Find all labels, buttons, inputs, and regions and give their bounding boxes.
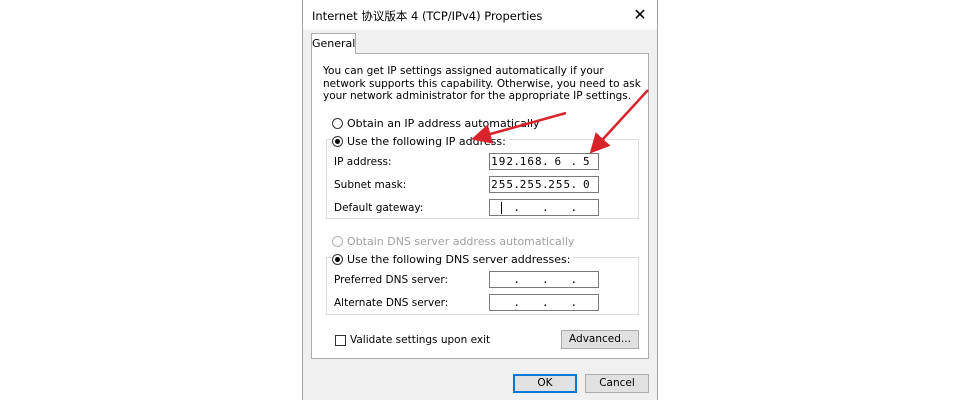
validate-checkbox[interactable]: [335, 335, 346, 346]
mask-octet: 0: [583, 178, 591, 191]
use-following-dns-label: Use the following DNS server addresses:: [347, 253, 571, 266]
ok-button[interactable]: OK: [513, 374, 577, 393]
mask-octet: 255: [491, 178, 515, 191]
ip-octet: 6: [554, 155, 563, 168]
default-gateway-input[interactable]: . . .: [489, 199, 599, 216]
obtain-dns-auto-radio[interactable]: [332, 236, 343, 247]
obtain-ip-auto-label: Obtain an IP address automatically: [347, 117, 540, 130]
ip-octet: 5: [583, 155, 591, 168]
text-caret: [500, 202, 502, 214]
obtain-ip-auto-option[interactable]: Obtain an IP address automatically: [332, 117, 540, 130]
obtain-dns-auto-label: Obtain DNS server address automatically: [347, 235, 575, 248]
tab-general[interactable]: General: [311, 33, 356, 54]
dialog-body: General You can get IP settings assigned…: [303, 30, 657, 400]
ip-address-input[interactable]: 192. 168. 6. 5: [489, 153, 599, 170]
ip-address-label: IP address:: [334, 156, 392, 168]
preferred-dns-input[interactable]: . . .: [489, 271, 599, 288]
alternate-dns-input[interactable]: . . .: [489, 294, 599, 311]
advanced-button[interactable]: Advanced...: [561, 330, 639, 349]
close-icon[interactable]: ✕: [629, 5, 651, 25]
alternate-dns-label: Alternate DNS server:: [334, 297, 449, 309]
use-following-ip-radio[interactable]: [332, 136, 343, 147]
gateway-octet: [491, 201, 511, 214]
ip-octet: 192: [491, 155, 515, 168]
use-following-ip-option[interactable]: Use the following IP address:: [332, 135, 509, 148]
mask-octet: 255: [519, 178, 543, 191]
use-following-dns-radio[interactable]: [332, 254, 343, 265]
title-bar[interactable]: Internet 协议版本 4 (TCP/IPv4) Properties ✕: [303, 0, 657, 30]
ip-octet: 168: [519, 155, 543, 168]
window-title: Internet 协议版本 4 (TCP/IPv4) Properties: [312, 9, 543, 23]
mask-octet: 255: [548, 178, 572, 191]
subnet-mask-label: Subnet mask:: [334, 179, 407, 191]
default-gateway-label: Default gateway:: [334, 202, 424, 214]
use-following-dns-option[interactable]: Use the following DNS server addresses:: [332, 253, 574, 266]
subnet-mask-input[interactable]: 255. 255. 255. 0: [489, 176, 599, 193]
obtain-dns-auto-option[interactable]: Obtain DNS server address automatically: [332, 235, 574, 248]
cancel-button[interactable]: Cancel: [585, 374, 649, 393]
preferred-dns-label: Preferred DNS server:: [334, 274, 449, 286]
general-panel: You can get IP settings assigned automat…: [311, 53, 649, 359]
validate-label: Validate settings upon exit: [350, 334, 491, 346]
obtain-ip-auto-radio[interactable]: [332, 118, 343, 129]
use-following-ip-label: Use the following IP address:: [347, 135, 506, 148]
intro-text: You can get IP settings assigned automat…: [323, 65, 641, 102]
tcpip-properties-dialog: Internet 协议版本 4 (TCP/IPv4) Properties ✕ …: [302, 0, 658, 400]
